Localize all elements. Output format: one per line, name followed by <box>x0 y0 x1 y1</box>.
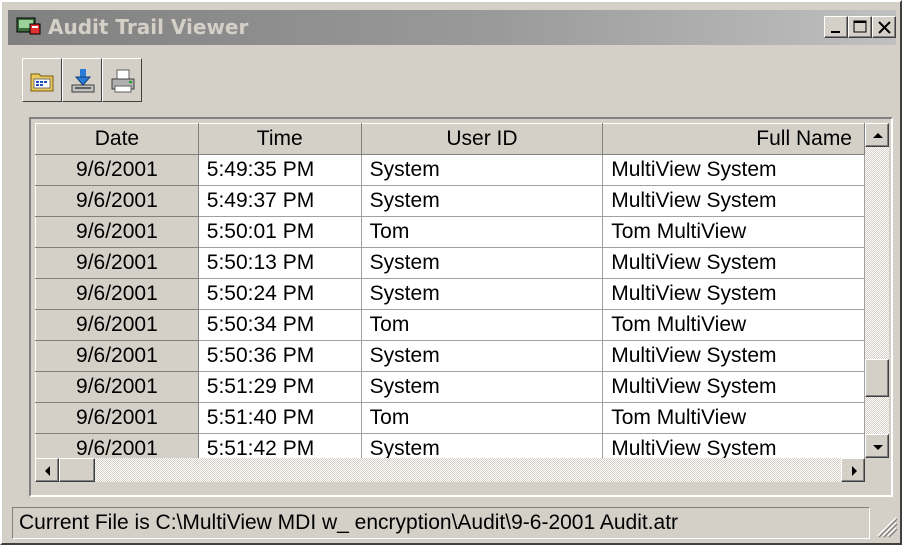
print-button[interactable] <box>102 58 142 102</box>
date-cell[interactable]: 9/6/2001 <box>35 340 199 372</box>
time-cell[interactable]: 5:49:37 PM <box>198 185 362 217</box>
horizontal-scrollbar[interactable] <box>35 458 865 482</box>
arrow-left-icon <box>45 466 50 476</box>
date-cell[interactable]: 9/6/2001 <box>35 154 199 186</box>
status-bar: Current File is C:\MultiView MDI w_ encr… <box>12 507 870 539</box>
user-id-cell[interactable]: System <box>361 278 604 310</box>
audit-trail-window: Audit Trail Viewer Date Time User ID Ful… <box>0 0 902 545</box>
time-cell[interactable]: 5:50:01 PM <box>198 216 362 248</box>
user-id-cell[interactable]: Tom <box>361 402 604 434</box>
full-name-cell[interactable]: MultiView System <box>602 278 865 310</box>
download-tray-icon <box>71 69 95 93</box>
scroll-right-button[interactable] <box>841 458 865 482</box>
grid-viewport: Date Time User ID Full Name 9/6/2001 5:49… <box>35 123 865 458</box>
app-icon <box>16 17 41 35</box>
current-file-status: Current File is C:\MultiView MDI w_ encr… <box>19 511 679 534</box>
full-name-cell[interactable]: MultiView System <box>602 154 865 186</box>
close-button[interactable] <box>872 16 896 38</box>
table-row[interactable]: 9/6/2001 5:50:01 PM Tom Tom MultiView <box>35 216 865 248</box>
scroll-left-button[interactable] <box>35 458 59 482</box>
horizontal-scroll-thumb[interactable] <box>59 458 95 482</box>
full-name-cell[interactable]: MultiView System <box>602 247 865 279</box>
date-cell[interactable]: 9/6/2001 <box>35 247 199 279</box>
arrow-up-icon <box>873 133 883 138</box>
date-cell[interactable]: 9/6/2001 <box>35 309 199 341</box>
window-title: Audit Trail Viewer <box>48 15 249 39</box>
full-name-cell[interactable]: MultiView System <box>602 371 865 403</box>
user-id-cell[interactable]: System <box>361 433 604 458</box>
full-name-cell[interactable]: MultiView System <box>602 433 865 458</box>
date-cell[interactable]: 9/6/2001 <box>35 185 199 217</box>
date-cell[interactable]: 9/6/2001 <box>35 371 199 403</box>
vertical-scrollbar[interactable] <box>865 123 889 458</box>
resize-grip-icon[interactable] <box>874 512 898 538</box>
user-id-cell[interactable]: System <box>361 340 604 372</box>
table-row[interactable]: 9/6/2001 5:51:42 PM System MultiView System <box>35 433 865 458</box>
table-row[interactable]: 9/6/2001 5:50:36 PM System MultiView System <box>35 340 865 372</box>
maximize-button[interactable] <box>848 16 872 38</box>
time-cell[interactable]: 5:51:40 PM <box>198 402 362 434</box>
maximize-icon <box>853 20 867 33</box>
time-cell[interactable]: 5:50:24 PM <box>198 278 362 310</box>
user-id-cell[interactable]: System <box>361 185 604 217</box>
table-row[interactable]: 9/6/2001 5:51:29 PM System MultiView System <box>35 371 865 403</box>
full-name-cell[interactable]: MultiView System <box>602 340 865 372</box>
minimize-icon <box>831 31 840 33</box>
user-id-cell[interactable]: System <box>361 371 604 403</box>
scroll-down-button[interactable] <box>865 434 889 458</box>
column-header-time[interactable]: Time <box>197 123 362 155</box>
table-row[interactable]: 9/6/2001 5:50:34 PM Tom Tom MultiView <box>35 309 865 341</box>
scrollbar-corner <box>865 458 889 482</box>
close-icon <box>878 21 891 34</box>
minimize-button[interactable] <box>824 16 848 38</box>
table-row[interactable]: 9/6/2001 5:49:35 PM System MultiView System <box>35 154 865 186</box>
date-cell[interactable]: 9/6/2001 <box>35 216 199 248</box>
audit-grid[interactable]: Date Time User ID Full Name 9/6/2001 5:49… <box>29 117 893 497</box>
open-file-button[interactable] <box>22 58 62 102</box>
export-button[interactable] <box>62 58 102 102</box>
user-id-cell[interactable]: Tom <box>361 309 604 341</box>
table-row[interactable]: 9/6/2001 5:50:13 PM System MultiView System <box>35 247 865 279</box>
table-row[interactable]: 9/6/2001 5:49:37 PM System MultiView System <box>35 185 865 217</box>
column-header-date[interactable]: Date <box>35 123 199 155</box>
full-name-cell[interactable]: Tom MultiView <box>602 402 865 434</box>
time-cell[interactable]: 5:51:29 PM <box>198 371 362 403</box>
folder-open-icon <box>30 73 54 92</box>
header-row: Date Time User ID Full Name <box>35 123 865 155</box>
printer-icon <box>111 69 135 93</box>
date-cell[interactable]: 9/6/2001 <box>35 278 199 310</box>
arrow-down-icon <box>873 445 883 450</box>
time-cell[interactable]: 5:50:36 PM <box>198 340 362 372</box>
time-cell[interactable]: 5:50:13 PM <box>198 247 362 279</box>
date-cell[interactable]: 9/6/2001 <box>35 402 199 434</box>
full-name-cell[interactable]: Tom MultiView <box>602 309 865 341</box>
scroll-up-button[interactable] <box>865 123 889 147</box>
arrow-right-icon <box>852 466 857 476</box>
time-cell[interactable]: 5:49:35 PM <box>198 154 362 186</box>
user-id-cell[interactable]: System <box>361 154 604 186</box>
title-bar[interactable]: Audit Trail Viewer <box>8 10 896 45</box>
vertical-scroll-thumb[interactable] <box>865 358 889 397</box>
full-name-cell[interactable]: MultiView System <box>602 185 865 217</box>
time-cell[interactable]: 5:50:34 PM <box>198 309 362 341</box>
user-id-cell[interactable]: Tom <box>361 216 604 248</box>
full-name-cell[interactable]: Tom MultiView <box>602 216 865 248</box>
table-row[interactable]: 9/6/2001 5:51:40 PM Tom Tom MultiView <box>35 402 865 434</box>
column-header-user-id[interactable]: User ID <box>360 123 604 155</box>
date-cell[interactable]: 9/6/2001 <box>35 433 199 458</box>
table-row[interactable]: 9/6/2001 5:50:24 PM System MultiView System <box>35 278 865 310</box>
audit-table: Date Time User ID Full Name 9/6/2001 5:49… <box>35 123 865 458</box>
column-header-full-name[interactable]: Full Name <box>602 123 865 155</box>
user-id-cell[interactable]: System <box>361 247 604 279</box>
time-cell[interactable]: 5:51:42 PM <box>198 433 362 458</box>
